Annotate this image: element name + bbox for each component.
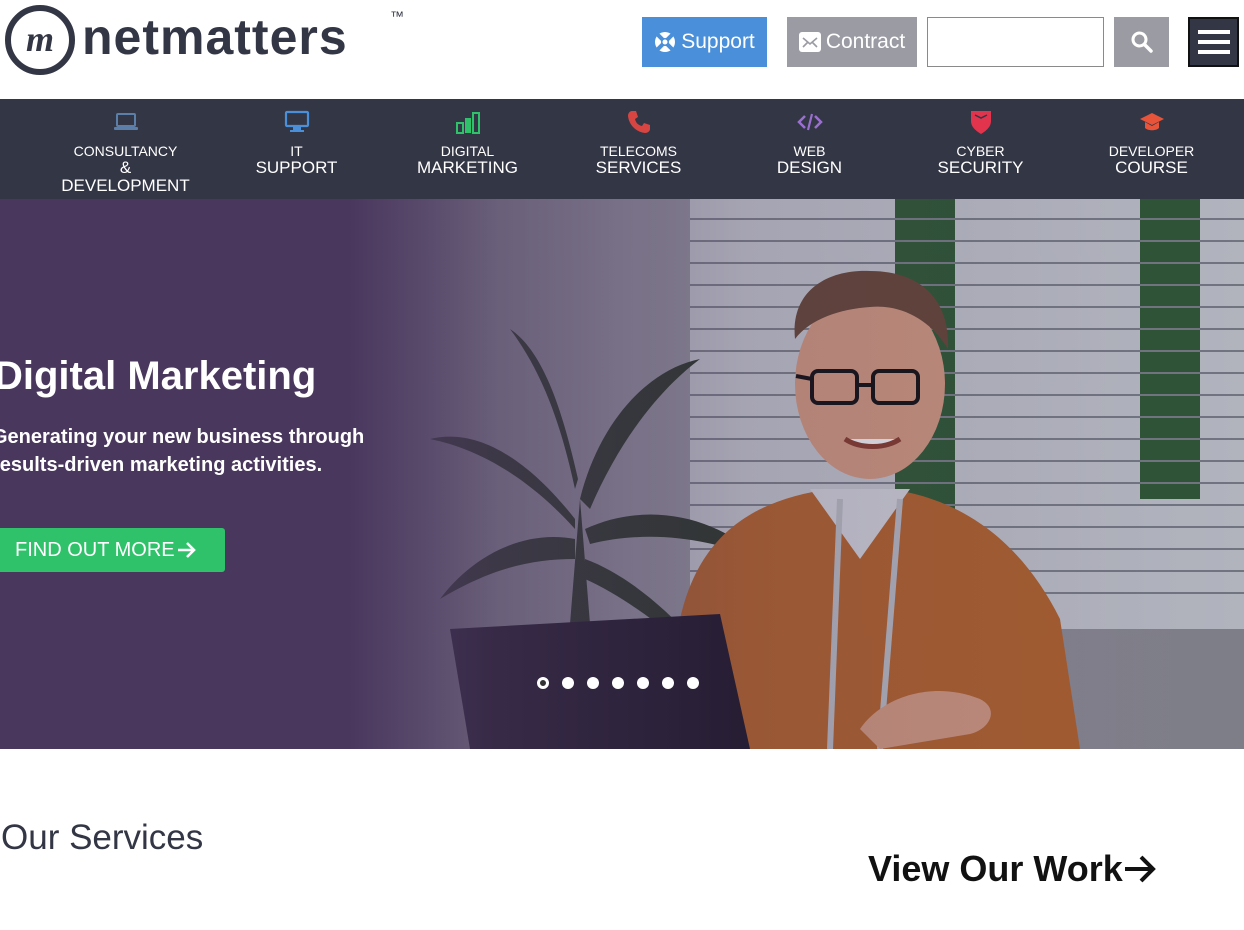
slider-dot[interactable] (687, 677, 699, 689)
logo-mark-icon: m (5, 5, 75, 75)
main-navigation: CONSULTANCY & DEVELOPMENT IT SUPPORT DIG… (0, 99, 1244, 199)
laptop-icon (113, 113, 138, 130)
slider-dot[interactable] (612, 677, 624, 689)
nav-label-line1: TELECOMS (599, 143, 677, 159)
phone-icon (627, 111, 650, 133)
search-input[interactable] (927, 17, 1104, 67)
slider-dot[interactable] (637, 677, 649, 689)
menu-bar-icon (1197, 40, 1230, 44)
nav-item-it-support[interactable]: IT SUPPORT (211, 99, 382, 199)
nav-label-line2: DESIGN (776, 158, 843, 177)
graduation-cap-icon (1139, 113, 1164, 131)
nav-item-web-design[interactable]: WEB DESIGN (724, 99, 895, 199)
hero-title: Digital Marketing (0, 354, 317, 398)
nav-label-line1: DEVELOPER (1108, 143, 1195, 159)
slider-dot[interactable] (562, 677, 574, 689)
nav-label-line2: SECURITY (937, 158, 1024, 177)
trademark-symbol: ™ (390, 8, 404, 24)
nav-label-line2: COURSE (1115, 158, 1188, 177)
hero-subtitle-line1: Generating your new business through (0, 426, 365, 448)
nav-label-line1: IT (290, 143, 303, 159)
slider-dot[interactable] (662, 677, 674, 689)
our-services-heading: Our Services (1, 818, 204, 857)
code-icon (796, 113, 823, 131)
slider-pagination (537, 677, 699, 689)
contract-button-label: Contract (825, 30, 906, 53)
hamburger-menu-button[interactable] (1188, 17, 1239, 67)
menu-bar-icon (1197, 50, 1230, 54)
nav-label-line1: DIGITAL (440, 143, 495, 159)
hero-slider: Digital Marketing Generating your new bu… (0, 199, 1244, 749)
envelope-icon (798, 32, 821, 52)
slider-dot[interactable] (587, 677, 599, 689)
search-button[interactable] (1114, 17, 1169, 67)
nav-label-line2: SERVICES (595, 158, 682, 177)
nav-label-line1: CONSULTANCY (73, 143, 178, 159)
nav-label-line2: & (119, 158, 132, 177)
nav-item-cyber-security[interactable]: CYBER SECURITY (895, 99, 1066, 199)
nav-label-line1: WEB (793, 143, 826, 159)
nav-item-telecoms[interactable]: TELECOMS SERVICES (553, 99, 724, 199)
monitor-icon (284, 110, 309, 132)
hero-subtitle: Generating your new business through res… (0, 423, 412, 479)
nav-item-digital-marketing[interactable]: DIGITAL MARKETING (382, 99, 553, 199)
lifebuoy-icon (655, 32, 676, 52)
nav-label-line1: CYBER (956, 143, 1005, 159)
netmatters-logo[interactable]: m netmatters (4, 4, 348, 76)
find-out-more-button[interactable]: FIND OUT MORE (0, 528, 225, 572)
view-our-work-link[interactable]: View Our Work (868, 848, 1159, 890)
find-out-more-label: FIND OUT MORE (15, 538, 175, 561)
logo-wordmark: netmatters (82, 9, 348, 65)
hero-subtitle-line2: results-driven marketing activities. (0, 454, 323, 476)
nav-item-developer-course[interactable]: DEVELOPER COURSE (1066, 99, 1237, 199)
nav-label-line3: DEVELOPMENT (61, 176, 190, 195)
nav-label-line2: MARKETING (416, 158, 519, 177)
menu-bar-icon (1197, 30, 1230, 34)
nav-item-consultancy[interactable]: CONSULTANCY & DEVELOPMENT (40, 99, 211, 199)
nav-label-line2: SUPPORT (255, 158, 338, 177)
view-our-work-label: View Our Work (868, 848, 1123, 889)
support-button-label: Support (681, 30, 755, 53)
slider-dot[interactable] (537, 677, 549, 689)
bar-chart-icon (455, 112, 480, 134)
shield-icon (970, 111, 991, 134)
contract-button[interactable]: Contract (787, 17, 917, 67)
logo-mark-letter: m (26, 19, 54, 59)
support-button[interactable]: Support (642, 17, 767, 67)
arrow-right-icon (1124, 855, 1156, 883)
search-icon (1131, 31, 1153, 53)
site-header: m netmatters ™ Support Contract (0, 0, 1244, 99)
arrow-right-icon (177, 542, 196, 558)
